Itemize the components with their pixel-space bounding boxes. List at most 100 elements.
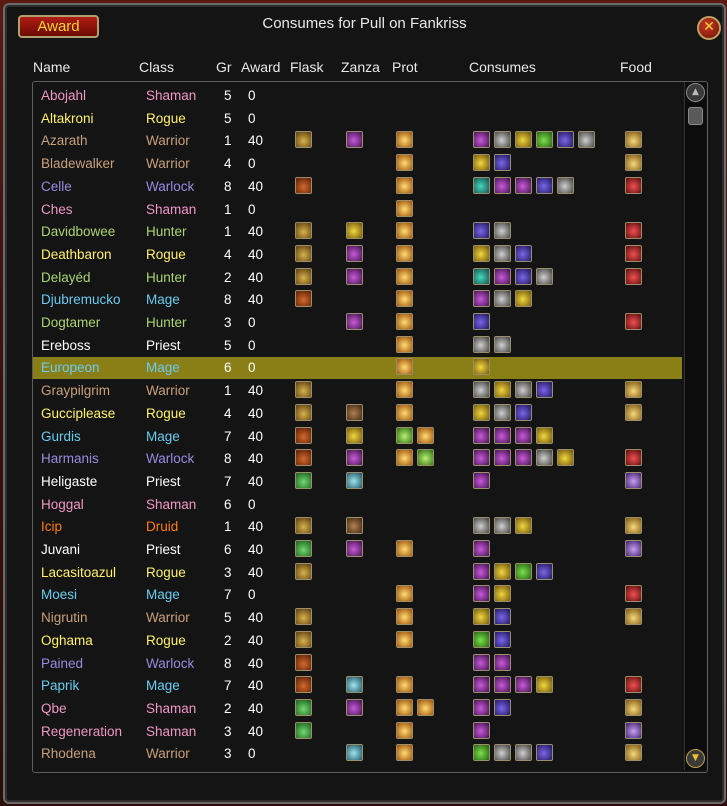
consumes-yellow-icon[interactable] [557,449,574,467]
consumes-gray-icon[interactable] [473,517,490,535]
consumes-blue-icon[interactable] [536,744,553,762]
table-row[interactable]: Nigrutin Warrior 5 40 [33,607,682,629]
flask-flask-green-icon[interactable] [295,721,312,739]
consumes-gray-icon[interactable] [494,222,511,240]
zanza-purple-icon[interactable] [346,131,363,149]
consumes-gray-icon[interactable] [494,517,511,535]
consumes-blue-icon[interactable] [494,630,511,648]
consumes-teal-icon[interactable] [473,176,490,194]
zanza-brown-icon[interactable] [346,403,363,421]
prot-prot-icon[interactable] [396,540,413,557]
consumes-blue-icon[interactable] [473,313,490,330]
prot-prot-icon[interactable] [396,449,413,467]
prot-prot-icon[interactable] [396,131,413,149]
consumes-gray-icon[interactable] [494,335,511,353]
consumes-purple-icon[interactable] [473,426,490,444]
consumes-green-icon[interactable] [515,562,532,580]
consumes-blue-icon[interactable] [515,403,532,421]
column-header-flask[interactable]: Flask [290,59,323,75]
prot-prot-green-icon[interactable] [396,426,413,444]
prot-prot-icon[interactable] [396,244,413,262]
consumes-gray-icon[interactable] [494,744,511,762]
prot-prot-icon[interactable] [396,744,413,762]
consumes-yellow-icon[interactable] [473,608,490,626]
table-row[interactable]: Heligaste Priest 7 40 [33,471,682,493]
zanza-yellow-icon[interactable] [346,222,363,240]
prot-prot-icon[interactable] [417,426,434,444]
food-food-icon[interactable] [625,381,642,399]
flask-flask-red-icon[interactable] [295,176,312,194]
zanza-purple-icon[interactable] [346,449,363,467]
table-row[interactable]: Hoggal Shaman 6 0 [33,494,682,516]
column-header-gr[interactable]: Gr [216,59,232,75]
flask-flask-red-icon[interactable] [295,449,312,467]
prot-prot-icon[interactable] [396,676,413,694]
consumes-purple-icon[interactable] [494,176,511,194]
consumes-purple-icon[interactable] [515,676,532,694]
consumes-purple-icon[interactable] [515,176,532,194]
food-food-purple-icon[interactable] [625,540,642,557]
consumes-yellow-icon[interactable] [473,403,490,421]
consumes-yellow-icon[interactable] [515,131,532,149]
food-food-icon[interactable] [625,517,642,535]
prot-prot-icon[interactable] [396,313,413,330]
consumes-purple-icon[interactable] [494,676,511,694]
consumes-yellow-icon[interactable] [536,676,553,694]
prot-prot-icon[interactable] [396,630,413,648]
table-row[interactable]: Regeneration Shaman 3 40 [33,721,682,743]
zanza-purple-icon[interactable] [346,540,363,557]
flask-flask-icon[interactable] [295,131,312,149]
prot-prot-green-icon[interactable] [417,449,434,467]
food-food-red-icon[interactable] [625,176,642,194]
zanza-cyan-icon[interactable] [346,471,363,489]
column-header-name[interactable]: Name [33,59,70,75]
close-icon[interactable]: ✕ [697,16,721,40]
food-food-red-icon[interactable] [625,222,642,240]
scrollbar[interactable]: ▲ ▼ [684,82,706,770]
table-row[interactable]: Moesi Mage 7 0 [33,584,682,606]
consumes-purple-icon[interactable] [473,290,490,308]
consumes-gray-icon[interactable] [515,381,532,399]
scroll-down-icon[interactable]: ▼ [686,749,705,768]
consumes-gray-icon[interactable] [578,131,595,149]
flask-flask-icon[interactable] [295,517,312,535]
flask-flask-icon[interactable] [295,403,312,421]
prot-prot-icon[interactable] [396,403,413,421]
column-header-prot[interactable]: Prot [392,59,418,75]
consumes-gray-icon[interactable] [536,449,553,467]
consumes-blue-icon[interactable] [536,562,553,580]
consumes-purple-icon[interactable] [494,426,511,444]
table-row[interactable]: Bladewalker Warrior 4 0 [33,153,682,175]
flask-flask-icon[interactable] [295,630,312,648]
table-row[interactable]: Deathbaron Rogue 4 40 [33,244,682,266]
prot-prot-icon[interactable] [396,222,413,240]
consumes-gray-icon[interactable] [536,267,553,285]
consumes-gray-icon[interactable] [494,290,511,308]
prot-prot-icon[interactable] [396,154,413,172]
consumes-blue-icon[interactable] [494,698,511,716]
flask-flask-red-icon[interactable] [295,653,312,671]
consumes-gray-icon[interactable] [494,403,511,421]
prot-prot-icon[interactable] [396,381,413,399]
consumes-gray-icon[interactable] [473,335,490,353]
consumes-purple-icon[interactable] [494,267,511,285]
consumes-gray-icon[interactable] [473,381,490,399]
consumes-green-icon[interactable] [473,630,490,648]
table-row[interactable]: Pained Warlock 8 40 [33,653,682,675]
prot-prot-icon[interactable] [396,585,413,603]
zanza-purple-icon[interactable] [346,267,363,285]
prot-prot-icon[interactable] [396,267,413,285]
table-row[interactable]: Celle Warlock 8 40 [33,176,682,198]
consumes-blue-icon[interactable] [494,608,511,626]
flask-flask-icon[interactable] [295,267,312,285]
consumes-yellow-icon[interactable] [473,154,490,172]
table-row[interactable]: Abojahl Shaman 5 0 [33,85,682,107]
consumes-purple-icon[interactable] [473,131,490,149]
consumes-yellow-icon[interactable] [536,426,553,444]
consumes-purple-icon[interactable] [473,698,490,716]
consumes-purple-icon[interactable] [473,471,490,489]
table-row[interactable]: Ereboss Priest 5 0 [33,335,682,357]
table-row[interactable]: Paprik Mage 7 40 [33,675,682,697]
table-row[interactable]: Azarath Warrior 1 40 [33,130,682,152]
table-row[interactable]: Lacasitoazul Rogue 3 40 [33,562,682,584]
